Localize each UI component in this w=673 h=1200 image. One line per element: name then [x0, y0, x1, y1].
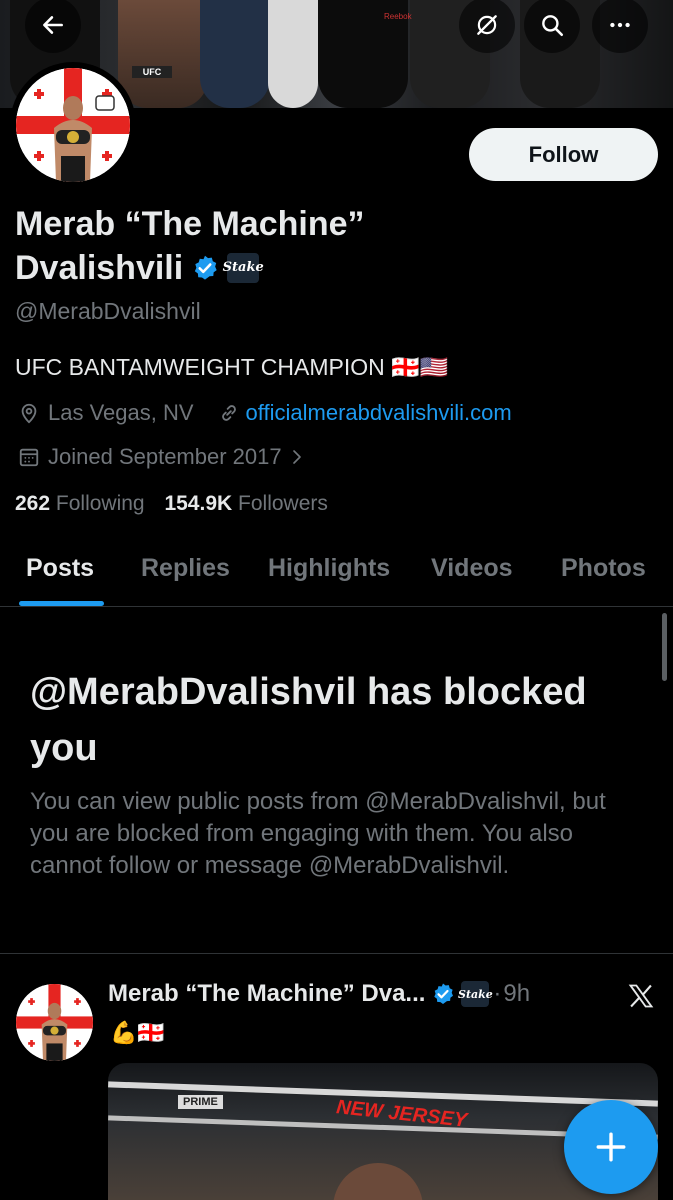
banner-reebok-text: Reebok [384, 12, 412, 21]
tab-highlights[interactable]: Highlights [268, 554, 390, 583]
banner-figure [200, 0, 270, 108]
post-timestamp[interactable]: 9h [503, 980, 530, 1008]
scrollbar[interactable] [662, 613, 667, 681]
tab-videos[interactable]: Videos [431, 554, 513, 583]
blocked-title: @MerabDvalishvil has blocked you [30, 671, 587, 769]
tabs-divider [0, 606, 673, 607]
link-icon [221, 405, 236, 421]
following-label: Following [55, 492, 145, 515]
profile-location: Las Vegas, NV [48, 400, 194, 425]
profile-joined-row[interactable]: Joined September 2017 [18, 444, 306, 470]
followers-stat[interactable]: 154.9K Followers [164, 492, 327, 515]
post-separator: · [493, 980, 502, 1007]
profile-name: Merab “The Machine” Dvalishvili Stake [15, 202, 365, 290]
profile-website-link[interactable]: officialmerabdvalishvili.com [246, 400, 512, 426]
follow-button[interactable]: Follow [469, 128, 658, 181]
followers-label: Followers [238, 492, 328, 515]
plus-icon [596, 1132, 626, 1162]
post-author-avatar[interactable] [14, 982, 95, 1063]
arrow-left-icon [43, 16, 63, 34]
profile-name-line1: Merab “The Machine” [15, 205, 365, 243]
tab-photos[interactable]: Photos [561, 554, 646, 583]
banner-figure [118, 0, 208, 108]
profile-meta-row: Las Vegas, NV officialmerabdvalishvili.c… [18, 400, 512, 426]
fighter-figure [333, 1163, 423, 1200]
blocked-divider [0, 953, 673, 954]
banner-ufc-text: UFC [132, 66, 172, 78]
profile-bio: UFC BANTAMWEIGHT CHAMPION 🇬🇪🇺🇸 [15, 354, 449, 380]
avatar-image [16, 984, 93, 1061]
following-stat[interactable]: 262 Following [15, 492, 145, 515]
verified-badge-icon[interactable] [431, 982, 455, 1006]
tab-posts[interactable]: Posts [26, 554, 94, 583]
blocked-description: You can view public posts from @MerabDva… [30, 788, 606, 879]
profile-joined-date: Joined September 2017 [48, 444, 282, 469]
verified-badge-icon[interactable] [191, 254, 219, 282]
banner-figure [268, 0, 318, 108]
tab-replies[interactable]: Replies [141, 554, 230, 583]
profile-stats: 262 Following 154.9K Followers [15, 492, 328, 516]
media-prime-logo: PRIME [178, 1095, 223, 1109]
followers-count: 154.9K [164, 492, 233, 515]
stake-affiliate-badge[interactable]: Stake [458, 981, 493, 1007]
profile-handle: @MerabDvalishvil [15, 298, 201, 324]
following-count: 262 [15, 492, 51, 515]
chevron-right-icon [292, 450, 301, 464]
location-pin-icon [21, 403, 37, 424]
search-icon [542, 15, 564, 37]
x-logo-icon [628, 984, 654, 1008]
post-author-name[interactable]: Merab “The Machine” Dva... [108, 980, 425, 1008]
post-header: Merab “The Machine” Dva... Stake · 9h [108, 980, 530, 1008]
more-horizontal-icon [610, 22, 630, 28]
post-text: 💪🇬🇪 [110, 1020, 165, 1045]
profile-tabs: Posts Replies Highlights Videos Photos [0, 540, 673, 606]
profile-avatar[interactable] [10, 62, 136, 188]
compose-post-button[interactable] [564, 1100, 658, 1194]
avatar-image [16, 68, 130, 182]
profile-name-line2: Dvalishvili [15, 249, 184, 287]
stake-affiliate-badge[interactable]: Stake [223, 253, 264, 283]
calendar-icon [19, 448, 39, 467]
grok-icon [477, 15, 497, 35]
